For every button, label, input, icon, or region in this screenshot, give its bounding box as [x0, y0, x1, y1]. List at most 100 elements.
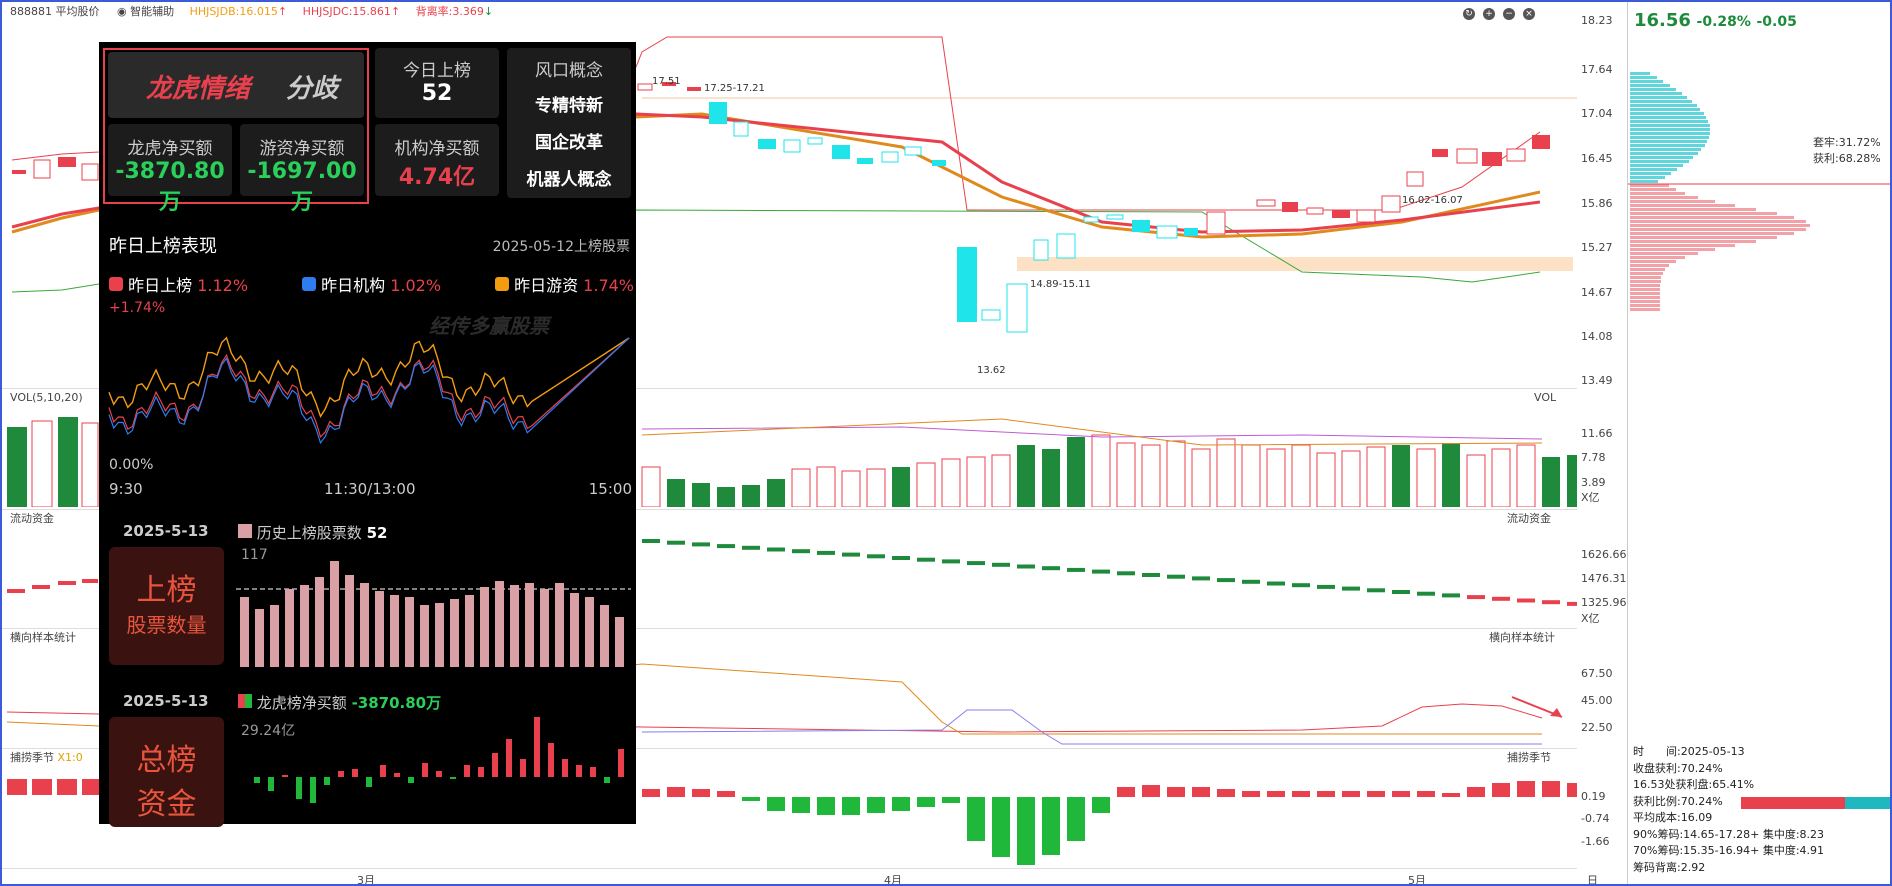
price-axis: 18.23 17.64 17.04 16.45 15.86 15.27 14.6…	[1581, 14, 1613, 387]
flow-bar	[917, 557, 935, 562]
season-right-label: 捕捞季节	[1507, 751, 1551, 764]
flow-bar	[1192, 576, 1210, 581]
today-tile[interactable]: 今日上榜 52	[375, 48, 499, 118]
net-box[interactable]: 总榜 资金	[109, 717, 224, 827]
chip-bar	[1630, 200, 1715, 203]
season-bar	[1392, 791, 1410, 797]
history-bar	[465, 595, 474, 667]
time-label: 9:30	[109, 480, 143, 498]
season-bar	[667, 787, 685, 797]
history-bar	[300, 585, 309, 667]
season-bar	[1292, 791, 1310, 797]
volume-bar	[1567, 455, 1577, 507]
net-bar	[380, 765, 386, 777]
season-bar	[1417, 791, 1435, 797]
chip-bar	[1630, 292, 1660, 295]
chip-bar	[1630, 144, 1705, 147]
net-bar	[352, 769, 358, 777]
flow-bar	[892, 556, 910, 560]
volume-bar	[1017, 445, 1035, 507]
season-bar	[1017, 797, 1035, 865]
hist-box[interactable]: 上榜 股票数量	[109, 547, 224, 665]
season-bar	[1567, 783, 1577, 797]
net-bar	[590, 767, 596, 777]
season-label: 捕捞季节 X1:0	[10, 751, 83, 764]
zoom-in-icon[interactable]: +	[1483, 8, 1495, 20]
chip-bar	[1630, 188, 1676, 191]
flow-bar	[867, 554, 885, 559]
season-bar	[717, 791, 735, 797]
net-legend: 龙虎榜净买额 -3870.80万	[238, 692, 441, 713]
season-bar	[1242, 791, 1260, 797]
yz-tile[interactable]: 游资净买额 -1697.00万	[240, 124, 364, 215]
lh-tile[interactable]: 龙虎净买额 -3870.80万	[108, 124, 232, 215]
net-bar	[492, 753, 498, 777]
history-bar	[480, 587, 489, 667]
history-bar	[420, 605, 429, 667]
flow-bar	[1467, 595, 1485, 600]
season-bar	[1042, 797, 1060, 855]
flow-bar	[1142, 573, 1160, 577]
volume-bar	[1091, 434, 1111, 507]
zoom-out-icon[interactable]: −	[1503, 8, 1515, 20]
net-bar	[338, 771, 344, 777]
chip-bar	[1630, 192, 1685, 195]
chip-bar	[1630, 256, 1685, 259]
chip-bar	[1630, 92, 1682, 95]
chip-bar	[1630, 204, 1735, 207]
chip-bar	[1630, 276, 1661, 279]
season-bar	[967, 797, 985, 841]
flow-bar	[1442, 593, 1460, 598]
season-bar	[917, 797, 935, 807]
chip-bar	[1630, 280, 1661, 283]
brand-tile[interactable]: 龙虎情绪 分歧	[108, 52, 364, 118]
flow-label: 流动资金	[10, 512, 54, 525]
net-bar	[534, 717, 540, 777]
chip-bar	[1630, 120, 1708, 123]
volume-bar	[667, 479, 685, 507]
history-bar	[315, 577, 324, 667]
jg-tile[interactable]: 机构净买额 4.74亿	[375, 124, 499, 196]
hist-legend: 历史上榜股票数 52	[238, 522, 387, 543]
concept-tile[interactable]: 风口概念 专精特新 国企改革 机器人概念	[507, 48, 631, 198]
net-bar	[478, 767, 484, 777]
refresh-icon[interactable]: ↻	[1463, 8, 1475, 20]
chip-bar	[1630, 76, 1657, 79]
chip-bar	[1630, 172, 1671, 175]
season-bar	[642, 789, 660, 797]
volume-bar	[767, 479, 785, 507]
time-label: 15:00	[588, 480, 632, 498]
chip-bar	[1630, 152, 1698, 155]
flow-bar	[1517, 598, 1535, 603]
history-bar	[600, 605, 609, 667]
flow-bar	[717, 544, 735, 549]
history-bar	[555, 583, 564, 667]
chip-bar	[1630, 244, 1735, 247]
chip-bar	[1630, 212, 1777, 215]
annotation-1: 17.51	[652, 76, 681, 87]
month-label: 3月	[357, 874, 375, 886]
chip-bar	[1630, 288, 1660, 291]
profit-label: 获利:68.28%	[1813, 152, 1881, 165]
volume-bar	[1067, 437, 1085, 507]
chip-bar	[1630, 160, 1689, 163]
flow-bar	[1292, 583, 1310, 588]
chip-bar	[1630, 104, 1697, 107]
chip-bar	[1630, 136, 1709, 139]
close-icon[interactable]: ×	[1523, 8, 1535, 20]
season-bar	[767, 797, 785, 811]
assist-toggle[interactable]: ◉ 智能辅助	[117, 5, 174, 18]
season-bar	[1367, 791, 1385, 797]
chip-bar	[1630, 180, 1658, 183]
net-bar	[394, 773, 400, 777]
flow-bar	[1267, 581, 1285, 586]
chip-bar	[1630, 232, 1794, 235]
net-bar-chart	[254, 717, 624, 803]
intraday-chart	[108, 336, 630, 445]
chip-bar	[1630, 300, 1660, 303]
chip-bar	[1630, 196, 1698, 199]
flow-bar	[1092, 569, 1110, 574]
chip-bar	[1630, 272, 1663, 275]
net-bar	[562, 759, 568, 777]
period-label[interactable]: 日线	[1587, 872, 1598, 884]
